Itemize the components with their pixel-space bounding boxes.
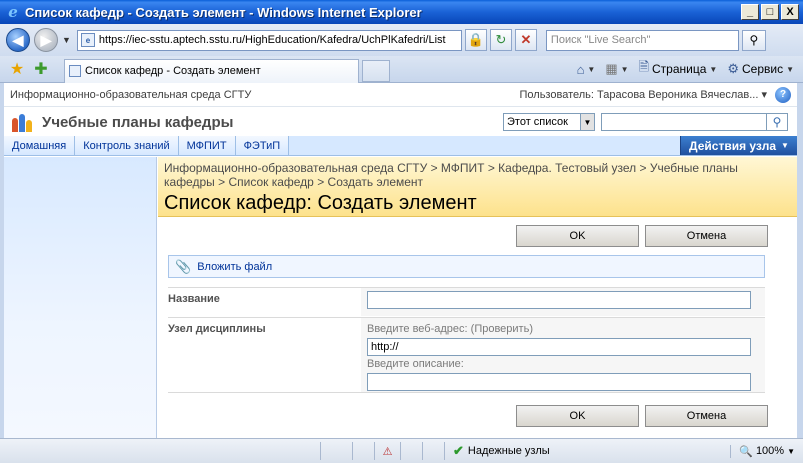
chevron-down-icon: ▼ [580,114,594,130]
attach-file-link[interactable]: Вложить файл [197,261,272,273]
site-actions-menu[interactable]: Действия узла ▼ [680,136,797,155]
browser-tab[interactable]: Список кафедр - Создать элемент [64,58,359,83]
minimize-button[interactable]: _ [741,4,759,20]
search-icon[interactable]: ⚲ [741,29,766,51]
lock-icon[interactable]: 🔒 [464,29,487,51]
popup-blocked-icon[interactable]: ⚠ [374,442,400,460]
address-toolbar: ◀ ▶ ▼ e https://iec-sstu.aptech.sstu.ru/… [0,24,803,56]
ok-button-bottom[interactable]: OK [516,405,639,427]
tab-title: Список кафедр - Создать элемент [85,65,261,77]
trusted-check-icon: ✔ [453,443,464,458]
tools-menu[interactable]: ⚙ Сервис ▼ [724,61,797,77]
site-search-input[interactable] [601,113,767,131]
url-hint: Введите веб-адрес: [367,323,468,335]
left-navigation [4,157,157,438]
top-navigation: Домашняя Контроль знаний МФПИТ ФЭТиП Дей… [4,136,797,156]
zoom-control[interactable]: 🔍 100% ▼ [730,444,803,458]
new-tab-button[interactable] [362,59,390,82]
feeds-icon: ▦ [605,61,618,76]
window-title: Список кафедр - Создать элемент - Window… [25,4,422,20]
field-label-name: Название [168,293,220,305]
field-row-url: Узел дисциплины Введите веб-адрес: (Пров… [168,317,765,393]
ok-button-top[interactable]: OK [516,225,639,247]
cancel-button-bottom[interactable]: Отмена [645,405,768,427]
site-logo-icon [12,112,34,132]
stop-icon[interactable]: ✕ [514,29,537,51]
zoom-icon: 🔍 [739,445,753,458]
name-field[interactable] [367,291,751,309]
close-button[interactable]: X [781,4,799,20]
cancel-button-top[interactable]: Отмена [645,225,768,247]
page-menu[interactable]: 🗎 Страница ▼ [636,58,721,80]
description-hint: Введите описание: [367,358,464,370]
site-header: Учебные планы кафедры Этот список ▼ ⚲ [4,108,797,136]
page-icon: e [80,33,95,47]
page-title-area: Информационно-образовательная среда СГТУ… [158,157,797,217]
history-dropdown-icon[interactable]: ▼ [62,35,71,45]
chevron-down-icon: ▼ [781,141,789,150]
search-go-icon[interactable]: ⚲ [766,113,788,131]
page-menu-icon: 🗎 [638,59,650,74]
live-search-input[interactable]: Поиск "Live Search" [545,29,739,51]
field-label-url: Узел дисциплины [168,323,266,335]
nav-tab-fetip[interactable]: ФЭТиП [235,136,290,155]
back-button[interactable]: ◀ [6,28,30,52]
page-content: Информационно-образовательная среда СГТУ… [0,83,803,438]
site-link[interactable]: Информационно-образовательная среда СГТУ [10,89,251,101]
refresh-icon[interactable]: ↻ [489,29,512,51]
status-bar: ⚠ ✔ Надежные узлы 🔍 100% ▼ [0,438,803,463]
tab-command-bar: ★ ✚ Список кафедр - Создать элемент ⌂ ▼ ▦… [0,56,803,83]
address-field[interactable]: e https://iec-sstu.aptech.sstu.ru/HighEd… [76,29,462,51]
attach-file-toolbar[interactable]: 📎 Вложить файл [168,255,765,278]
description-field[interactable] [367,373,751,391]
home-icon: ⌂ [576,61,585,77]
security-zone[interactable]: ✔ Надежные узлы [444,442,558,460]
help-icon[interactable]: ? [775,86,791,103]
maximize-button[interactable]: □ [761,4,779,20]
favorites-star-icon[interactable]: ★ [8,60,26,78]
field-row-name: Название [168,287,765,316]
nav-tab-mfpit[interactable]: МФПИТ [178,136,236,155]
user-menu[interactable]: Пользователь: Тарасова Вероника Вячеслав… [520,88,768,101]
tab-page-icon [69,65,81,77]
feeds-button[interactable]: ▦ ▼ [602,61,631,77]
window-title-bar: e Список кафедр - Создать элемент - Wind… [0,0,803,24]
global-bar: Информационно-образовательная среда СГТУ… [4,83,797,107]
add-favorite-icon[interactable]: ✚ [32,60,50,78]
url-field[interactable] [367,338,751,356]
nav-tab-home[interactable]: Домашняя [4,136,76,155]
page-title: Список кафедр: Создать элемент [164,192,477,214]
search-scope-select[interactable]: Этот список ▼ [503,113,595,131]
ie-logo-icon: e [8,3,18,21]
new-item-form: OK Отмена 📎 Вложить файл Название Узел д… [158,217,797,438]
paperclip-icon: 📎 [175,258,192,274]
site-title[interactable]: Учебные планы кафедры [42,114,233,131]
address-url: https://iec-sstu.aptech.sstu.ru/HighEduc… [98,34,446,46]
breadcrumb[interactable]: Информационно-образовательная среда СГТУ… [164,161,791,189]
home-button[interactable]: ⌂ ▼ [574,62,599,77]
forward-button[interactable]: ▶ [34,28,58,52]
check-url-link[interactable]: (Проверить) [471,323,533,335]
nav-tab-knowledge[interactable]: Контроль знаний [75,136,179,155]
gear-icon: ⚙ [727,61,739,76]
